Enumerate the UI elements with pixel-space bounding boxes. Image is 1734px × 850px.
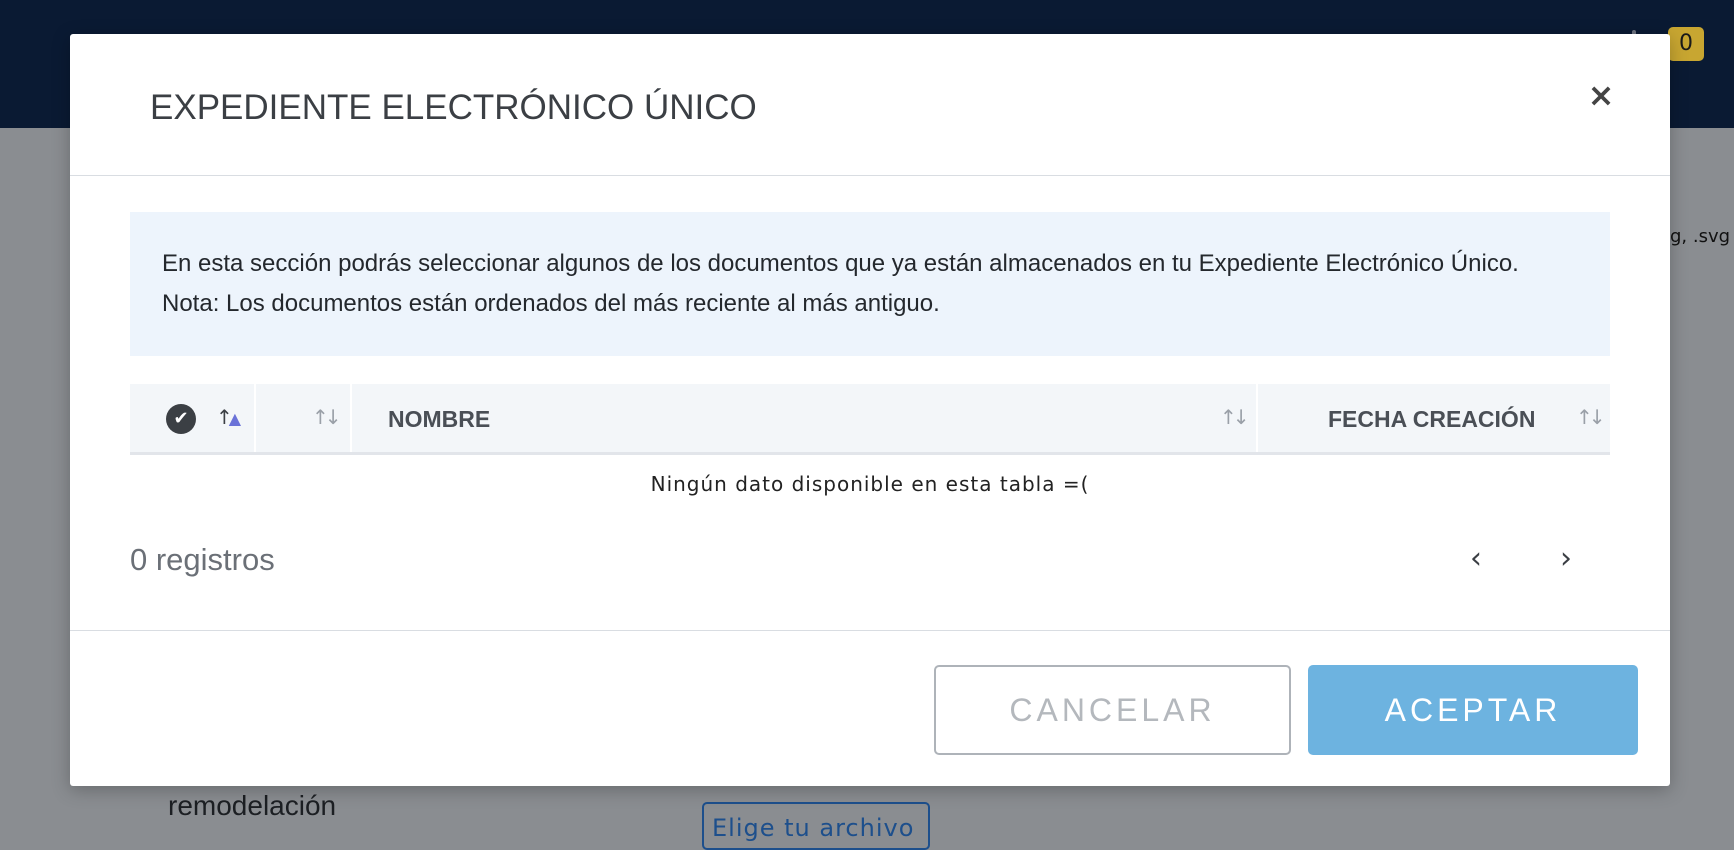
cancel-button[interactable]: CANCELAR (934, 665, 1291, 755)
table-header: ✔ ↑▲ ↑↓ NOMBRE ↑↓ FECHA CREACIÓN ↑↓ (130, 384, 1610, 455)
field-label-remodelacion: remodelación (168, 790, 337, 821)
cart-count-badge[interactable]: 0 (1668, 27, 1704, 61)
sort-arrows-icon[interactable]: ↑↓ (1576, 404, 1606, 432)
column-blank[interactable]: ↑↓ (256, 384, 350, 452)
modal-footer: CANCELAR ACEPTAR (70, 630, 1670, 787)
chevron-right-icon[interactable]: › (1546, 540, 1586, 580)
modal-header: EXPEDIENTE ELECTRÓNICO ÚNICO × (70, 34, 1670, 176)
close-icon[interactable]: × (1584, 78, 1618, 112)
record-count: 0 registros (130, 542, 275, 577)
column-nombre[interactable]: NOMBRE ↑↓ (352, 384, 1256, 452)
documents-table: ✔ ↑▲ ↑↓ NOMBRE ↑↓ FECHA CREACIÓN ↑↓ Ning… (130, 384, 1610, 515)
sort-arrows-icon[interactable]: ↑▲ (216, 404, 244, 432)
info-box: En esta sección podrás seleccionar algun… (130, 212, 1610, 356)
info-text: En esta sección podrás seleccionar algun… (162, 250, 1519, 277)
column-fecha-creacion[interactable]: FECHA CREACIÓN ↑↓ (1258, 384, 1610, 452)
sort-arrows-icon[interactable]: ↑↓ (1220, 404, 1250, 432)
modal-title: EXPEDIENTE ELECTRÓNICO ÚNICO (150, 88, 757, 127)
choose-file-button[interactable]: Elige tu archivo (702, 802, 930, 850)
chevron-left-icon[interactable]: ‹ (1456, 540, 1496, 580)
empty-table-message: Ningún dato disponible en esta tabla =( (650, 472, 1090, 496)
info-note: Nota: Los documentos están ordenados del… (162, 290, 940, 317)
sort-arrows-icon[interactable]: ↑↓ (312, 404, 342, 432)
column-label-fecha: FECHA CREACIÓN (1328, 406, 1536, 432)
file-types-hint: g, .svg (1670, 226, 1731, 247)
expediente-modal: EXPEDIENTE ELECTRÓNICO ÚNICO × En esta s… (70, 34, 1670, 786)
column-label-nombre: NOMBRE (388, 406, 491, 432)
column-select[interactable]: ✔ ↑▲ (130, 384, 254, 452)
check-circle-icon[interactable]: ✔ (166, 404, 196, 434)
accept-button[interactable]: ACEPTAR (1308, 665, 1638, 755)
